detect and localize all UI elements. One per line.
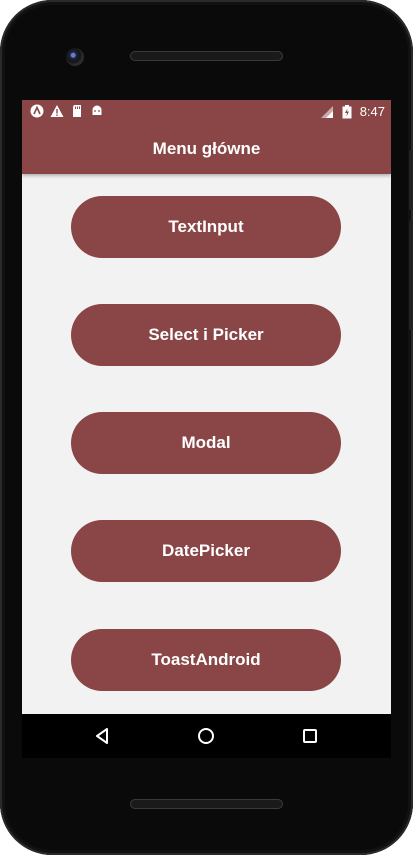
- status-time: 8:47: [359, 104, 385, 119]
- sd-card-icon: [70, 104, 84, 118]
- phone-frame: 8:47 Menu główne TextInput Select i Pick…: [0, 0, 413, 855]
- bottom-speaker: [130, 799, 283, 809]
- datepicker-button[interactable]: DatePicker: [71, 520, 341, 582]
- volume-up-button[interactable]: [409, 150, 413, 210]
- menu-button-label: TextInput: [168, 217, 244, 236]
- menu-button-label: DatePicker: [162, 541, 250, 560]
- toastandroid-button[interactable]: ToastAndroid: [71, 629, 341, 691]
- battery-icon: [340, 104, 354, 119]
- select-picker-button[interactable]: Select i Picker: [71, 304, 341, 366]
- navigation-bar: [22, 714, 391, 758]
- android-icon: [90, 104, 104, 118]
- top-speaker: [130, 51, 283, 61]
- menu-button-label: Select i Picker: [148, 325, 264, 344]
- home-icon[interactable]: [194, 724, 218, 748]
- page-title: Menu główne: [152, 139, 261, 158]
- app-bar: Menu główne: [22, 124, 391, 174]
- recents-icon[interactable]: [298, 724, 322, 748]
- status-bar: 8:47: [22, 100, 391, 124]
- app-a-icon: [30, 104, 44, 118]
- back-icon[interactable]: [90, 724, 114, 748]
- power-button[interactable]: [409, 220, 413, 330]
- textinput-button[interactable]: TextInput: [71, 196, 341, 258]
- menu-button-label: Modal: [181, 433, 231, 452]
- screen: 8:47 Menu główne TextInput Select i Pick…: [22, 100, 391, 714]
- signal-icon: [320, 105, 334, 119]
- front-camera-icon: [66, 48, 84, 66]
- modal-button[interactable]: Modal: [71, 412, 341, 474]
- menu-button-label: ToastAndroid: [151, 650, 261, 669]
- warning-icon: [50, 104, 64, 118]
